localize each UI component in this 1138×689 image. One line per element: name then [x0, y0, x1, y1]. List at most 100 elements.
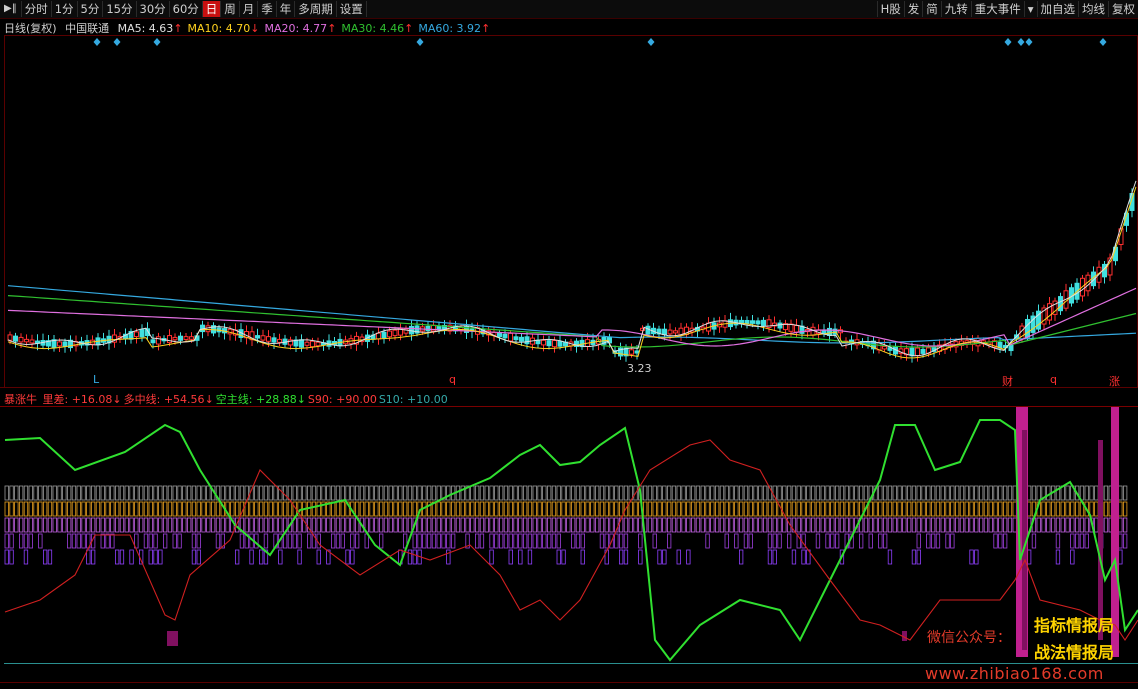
band-orange: [335, 501, 341, 517]
band-orange: [815, 501, 821, 517]
band-orange: [830, 501, 835, 517]
band-violet: [1055, 517, 1061, 533]
band-violet: [210, 517, 216, 533]
band-gray: [825, 485, 830, 501]
band-gray: [316, 485, 321, 501]
band-gray: [153, 485, 158, 501]
band-violet: [124, 517, 129, 533]
band-gray: [787, 485, 792, 501]
band-purple: [859, 533, 864, 549]
band-gray: [609, 485, 614, 501]
band-orange: [902, 501, 907, 517]
candle-body: [183, 336, 189, 340]
event-marker-2[interactable]: 财: [1002, 373, 1013, 389]
band-violet: [18, 517, 24, 533]
band-gray: [354, 485, 360, 501]
candle-body: [255, 335, 260, 339]
event-marker-1[interactable]: q: [449, 373, 456, 386]
band-blue: [23, 549, 29, 565]
band-orange: [28, 501, 33, 517]
band-purple: [1003, 533, 1008, 549]
band-orange: [715, 501, 720, 517]
band-orange: [374, 501, 379, 517]
band-purple: [945, 533, 950, 549]
band-gray: [311, 485, 317, 501]
band-orange: [412, 501, 417, 517]
band-purple: [441, 533, 446, 549]
event-diamond-7: [1025, 38, 1033, 46]
band-violet: [839, 517, 845, 533]
band-violet: [33, 517, 38, 533]
band-orange: [460, 501, 465, 517]
band-violet: [863, 517, 869, 533]
band-violet: [1070, 517, 1075, 533]
band-orange: [575, 501, 581, 517]
band-violet: [278, 517, 283, 533]
band-gray: [263, 485, 269, 501]
band-violet: [647, 517, 653, 533]
candle-body: [167, 335, 172, 344]
band-blue: [556, 549, 561, 565]
band-gray: [340, 485, 345, 501]
band-orange: [974, 501, 979, 517]
band-gray: [940, 485, 945, 501]
band-orange: [700, 501, 705, 517]
band-violet: [388, 517, 393, 533]
band-orange: [667, 501, 672, 517]
band-gray: [402, 485, 408, 501]
event-diamond-1: [113, 38, 121, 46]
band-orange: [1060, 501, 1065, 517]
band-violet: [868, 517, 873, 533]
band-gray: [95, 485, 101, 501]
band-orange: [595, 501, 600, 517]
band-violet: [911, 517, 917, 533]
band-gray: [734, 485, 739, 501]
band-gray: [4, 485, 9, 501]
band-blue: [638, 549, 643, 565]
band-gray: [359, 485, 365, 501]
band-gray: [306, 485, 312, 501]
band-blue: [412, 549, 417, 565]
candle-body: [271, 337, 277, 343]
band-violet: [196, 517, 201, 533]
band-purple: [777, 533, 782, 549]
band-orange: [542, 501, 547, 517]
band-orange: [604, 501, 609, 517]
band-violet: [91, 517, 96, 533]
band-blue: [196, 549, 201, 565]
candle-body: [62, 341, 68, 347]
band-blue: [657, 549, 662, 565]
band-violet: [815, 517, 821, 533]
event-marker-3[interactable]: q: [1050, 373, 1057, 386]
event-marker-4[interactable]: 涨: [1109, 373, 1120, 389]
band-purple: [1084, 533, 1089, 549]
band-violet: [71, 517, 77, 533]
candle-body: [755, 320, 761, 325]
band-purple: [575, 533, 581, 549]
band-blue: [47, 549, 53, 565]
band-violet: [398, 517, 403, 533]
stock-chart[interactable]: [0, 0, 1138, 689]
band-violet: [758, 517, 763, 533]
band-violet: [1118, 517, 1123, 533]
band-purple: [878, 533, 883, 549]
candle-body: [1008, 344, 1014, 352]
candle-body: [794, 325, 799, 333]
band-violet: [57, 517, 62, 533]
band-gray: [52, 485, 57, 501]
band-gray: [398, 485, 403, 501]
event-diamond-8: [1099, 38, 1107, 46]
band-orange: [691, 501, 696, 517]
event-marker-0[interactable]: L: [93, 373, 99, 386]
brand-label-1: 指标情报局: [1034, 616, 1115, 635]
band-violet: [724, 517, 729, 533]
band-violet: [172, 517, 177, 533]
band-orange: [354, 501, 360, 517]
band-violet: [897, 517, 902, 533]
candle-body: [1025, 318, 1030, 338]
band-orange: [162, 501, 168, 517]
band-orange: [167, 501, 173, 517]
low-price-label: 3.23: [627, 362, 652, 375]
band-orange: [158, 501, 163, 517]
band-purple: [787, 533, 792, 549]
